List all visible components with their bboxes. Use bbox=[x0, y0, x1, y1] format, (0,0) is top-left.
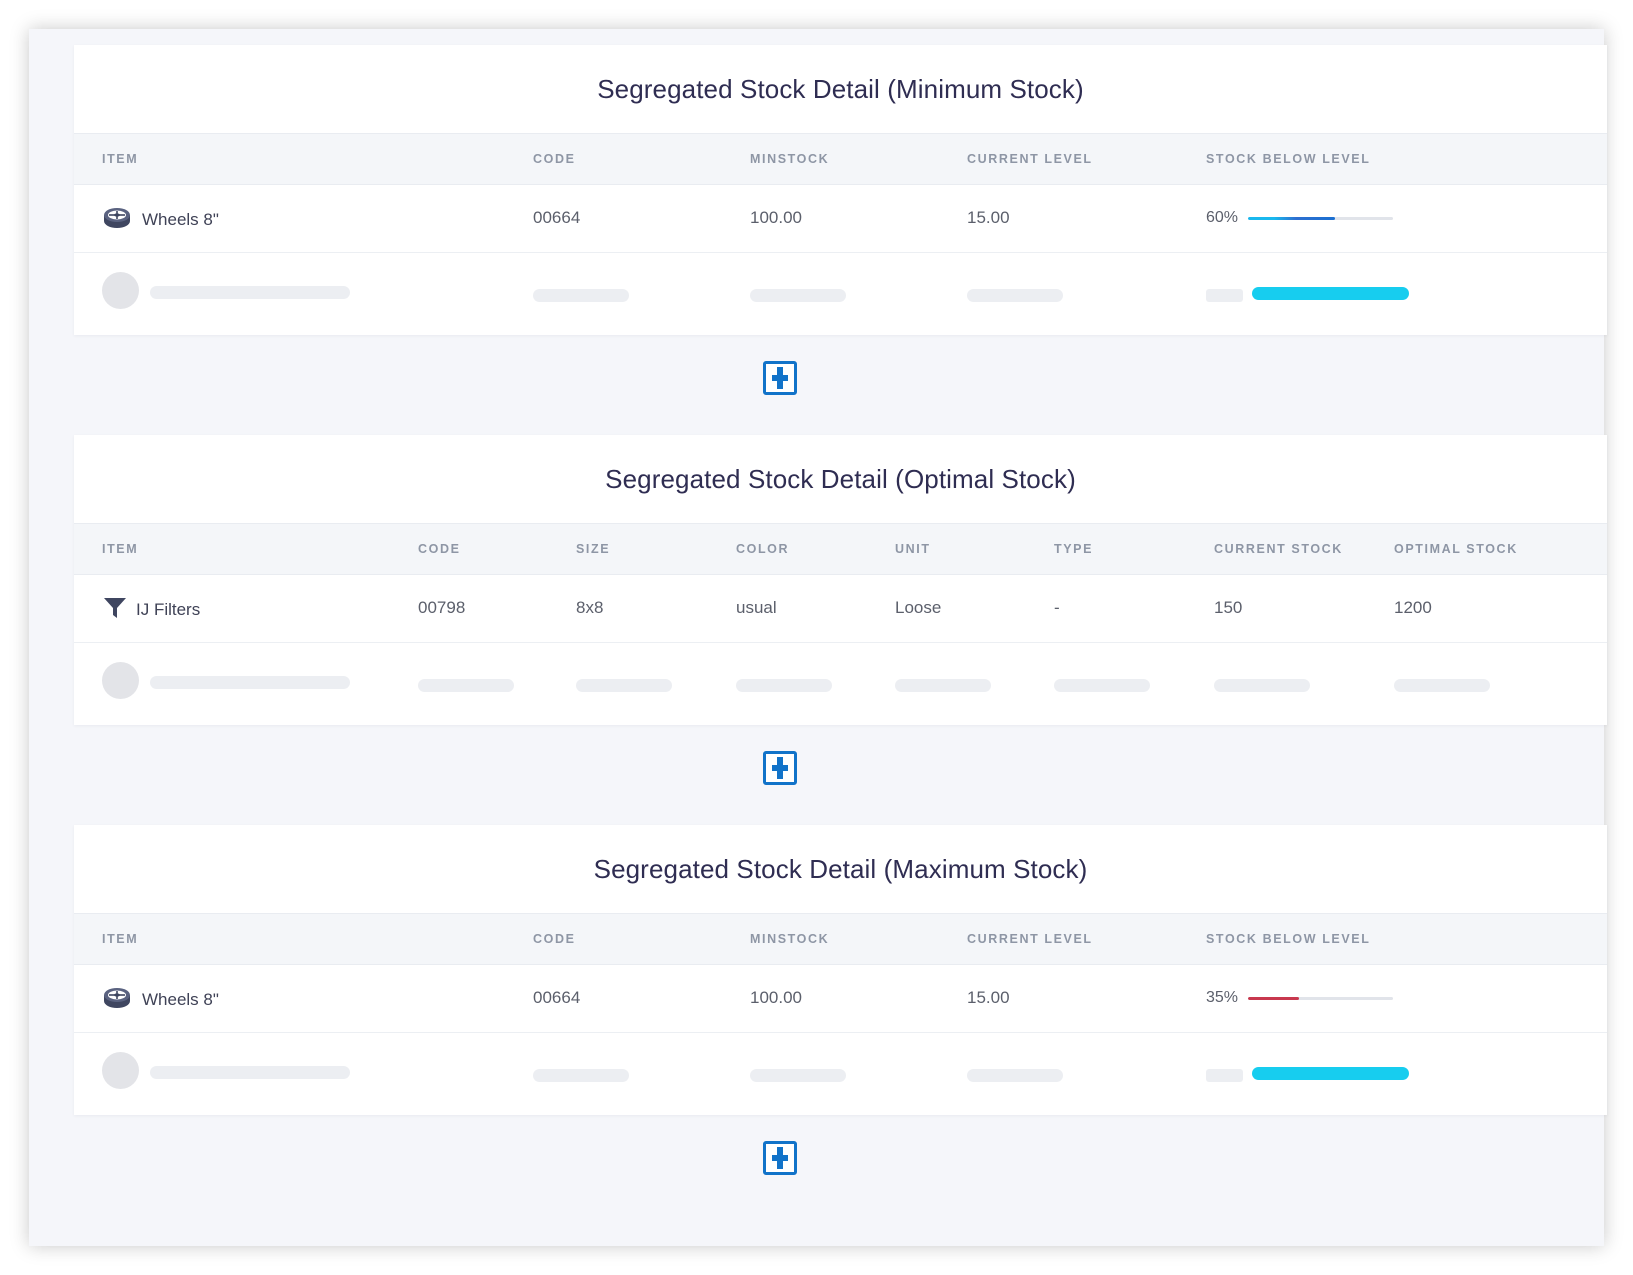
col-header-code: CODE bbox=[418, 542, 461, 556]
col-header-code: CODE bbox=[533, 932, 576, 946]
col-header-unit: UNIT bbox=[895, 542, 931, 556]
skeleton-bar bbox=[533, 1069, 629, 1082]
minimum-stock-card: Segregated Stock Detail (Minimum Stock) … bbox=[74, 45, 1607, 335]
stock-below-percent: 60% bbox=[1206, 209, 1239, 226]
col-header-item: ITEM bbox=[102, 152, 139, 166]
optimal-stock-value: 1200 bbox=[1394, 598, 1432, 617]
skeleton-avatar bbox=[102, 272, 139, 309]
skeleton-bar bbox=[150, 676, 350, 689]
current-level-value: 15.00 bbox=[967, 988, 1010, 1007]
item-name: IJ Filters bbox=[136, 600, 201, 619]
stock-below-progress: 60% bbox=[1206, 184, 1393, 252]
skeleton-avatar bbox=[102, 662, 139, 699]
col-header-type: TYPE bbox=[1054, 542, 1094, 556]
col-header-minstock: MINSTOCK bbox=[750, 152, 830, 166]
item-cell: IJ Filters bbox=[102, 574, 200, 642]
app-frame: Segregated Stock Detail (Minimum Stock) … bbox=[29, 29, 1607, 1246]
color-value: usual bbox=[736, 598, 777, 617]
section-title: Segregated Stock Detail (Minimum Stock) bbox=[597, 74, 1084, 104]
stock-below-percent: 35% bbox=[1206, 989, 1239, 1006]
wheel-icon bbox=[102, 983, 132, 1013]
table-header: ITEM CODE MINSTOCK CURRENT LEVEL STOCK B… bbox=[74, 913, 1607, 965]
skeleton-row bbox=[74, 253, 1607, 335]
skeleton-bar bbox=[150, 1066, 350, 1079]
skeleton-accent-bar bbox=[1252, 287, 1409, 300]
progress-fill bbox=[1248, 216, 1335, 220]
col-header-stock-below-level: STOCK BELOW LEVEL bbox=[1206, 932, 1371, 946]
skeleton-bar bbox=[1214, 679, 1310, 692]
skeleton-bar bbox=[750, 1069, 846, 1082]
item-name: Wheels 8" bbox=[142, 990, 219, 1009]
current-stock-value: 150 bbox=[1214, 598, 1243, 617]
add-row-button[interactable] bbox=[763, 361, 797, 395]
section-title: Segregated Stock Detail (Maximum Stock) bbox=[593, 854, 1088, 884]
current-level-value: 15.00 bbox=[967, 208, 1010, 227]
col-header-size: SIZE bbox=[576, 542, 611, 556]
minstock-value: 100.00 bbox=[750, 208, 802, 227]
skeleton-bar bbox=[750, 289, 846, 302]
size-value: 8x8 bbox=[576, 598, 604, 617]
filter-icon bbox=[102, 593, 128, 623]
optimal-stock-card: Segregated Stock Detail (Optimal Stock) … bbox=[74, 435, 1607, 725]
col-header-minstock: MINSTOCK bbox=[750, 932, 830, 946]
skeleton-bar bbox=[967, 1069, 1063, 1082]
code-value: 00664 bbox=[533, 208, 581, 227]
skeleton-bar bbox=[418, 679, 514, 692]
maximum-stock-card: Segregated Stock Detail (Maximum Stock) … bbox=[74, 825, 1607, 1115]
col-header-item: ITEM bbox=[102, 932, 139, 946]
item-cell: Wheels 8" bbox=[102, 964, 219, 1032]
table-row[interactable]: Wheels 8" 00664 100.00 15.00 60% bbox=[74, 184, 1607, 253]
code-value: 00664 bbox=[533, 988, 581, 1007]
skeleton-bar bbox=[967, 289, 1063, 302]
skeleton-row bbox=[74, 1033, 1607, 1115]
col-header-current-level: CURRENT LEVEL bbox=[967, 932, 1093, 946]
col-header-color: COLOR bbox=[736, 542, 790, 556]
skeleton-bar bbox=[150, 286, 350, 299]
progress-fill bbox=[1248, 996, 1299, 1000]
progress-track bbox=[1248, 216, 1393, 220]
skeleton-row bbox=[74, 643, 1607, 725]
col-header-stock-below-level: STOCK BELOW LEVEL bbox=[1206, 152, 1371, 166]
item-name: Wheels 8" bbox=[142, 210, 219, 229]
skeleton-bar bbox=[736, 679, 832, 692]
add-row-button[interactable] bbox=[763, 1141, 797, 1175]
skeleton-bar bbox=[1206, 1069, 1243, 1082]
col-header-current-level: CURRENT LEVEL bbox=[967, 152, 1093, 166]
wheel-icon bbox=[102, 203, 132, 233]
skeleton-accent-bar bbox=[1252, 1067, 1409, 1080]
table-row[interactable]: IJ Filters 00798 8x8 usual Loose - 150 1… bbox=[74, 574, 1607, 643]
section-title: Segregated Stock Detail (Optimal Stock) bbox=[605, 464, 1076, 494]
progress-track bbox=[1248, 996, 1393, 1000]
skeleton-bar bbox=[1206, 289, 1243, 302]
col-header-item: ITEM bbox=[102, 542, 139, 556]
unit-value: Loose bbox=[895, 598, 942, 617]
col-header-optimal-stock: OPTIMAL STOCK bbox=[1394, 542, 1518, 556]
stock-below-progress: 35% bbox=[1206, 964, 1393, 1032]
skeleton-bar bbox=[1054, 679, 1150, 692]
col-header-code: CODE bbox=[533, 152, 576, 166]
col-header-current-stock: CURRENT STOCK bbox=[1214, 542, 1343, 556]
skeleton-bar bbox=[533, 289, 629, 302]
type-value: - bbox=[1054, 598, 1060, 617]
table-row[interactable]: Wheels 8" 00664 100.00 15.00 35% bbox=[74, 964, 1607, 1033]
table-header: ITEM CODE MINSTOCK CURRENT LEVEL STOCK B… bbox=[74, 133, 1607, 185]
skeleton-bar bbox=[895, 679, 991, 692]
item-cell: Wheels 8" bbox=[102, 184, 219, 252]
minstock-value: 100.00 bbox=[750, 988, 802, 1007]
table-header: ITEM CODE SIZE COLOR UNIT TYPE CURRENT S… bbox=[74, 523, 1607, 575]
skeleton-avatar bbox=[102, 1052, 139, 1089]
add-row-button[interactable] bbox=[763, 751, 797, 785]
skeleton-bar bbox=[576, 679, 672, 692]
skeleton-bar bbox=[1394, 679, 1490, 692]
code-value: 00798 bbox=[418, 598, 466, 617]
